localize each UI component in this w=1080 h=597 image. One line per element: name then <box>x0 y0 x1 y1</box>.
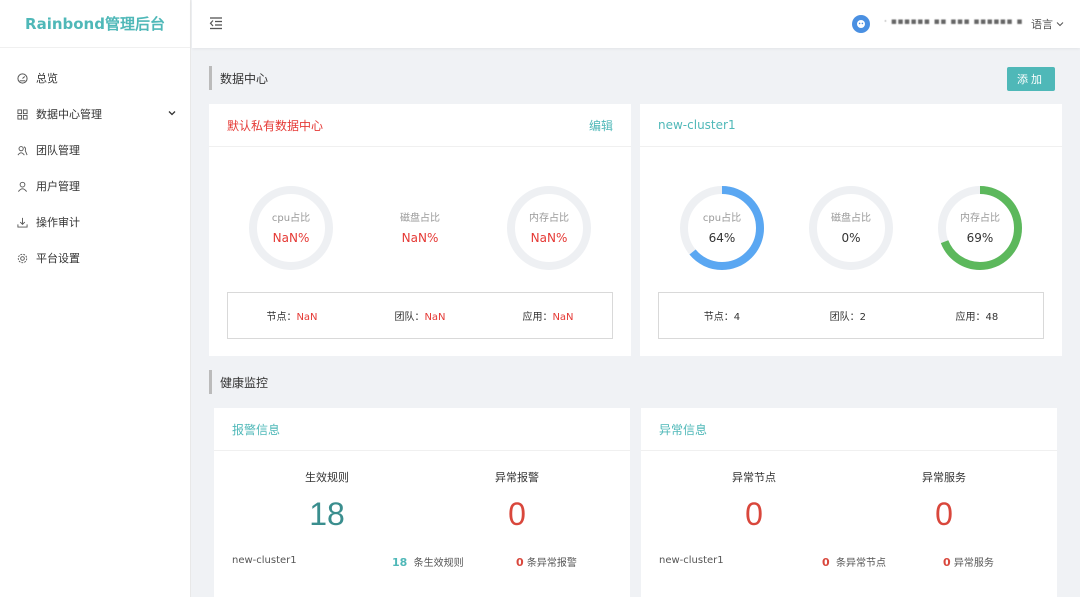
sidebar-item-audit[interactable]: 操作审计 <box>0 204 190 240</box>
gauge-ring <box>680 186 764 270</box>
add-button[interactable]: 添加 <box>1007 67 1055 91</box>
gauge-ring <box>249 186 333 270</box>
card-header: 报警信息 <box>214 408 630 451</box>
gauge-label: 磁盘占比 <box>400 213 440 224</box>
rules-summary: 18 条生效规则 <box>392 556 464 569</box>
stat-nodes: 节点：4 <box>703 312 741 323</box>
cluster-name: 默认私有数据中心 <box>227 118 324 133</box>
cluster-name: new-cluster1 <box>232 555 297 566</box>
nodes-summary: 0 条异常节点 <box>822 556 887 569</box>
active-rules-count: 18 <box>309 496 345 532</box>
alerts-summary: 0 条异常报警 <box>516 556 577 569</box>
abnormal-alerts-label: 异常报警 <box>495 471 539 484</box>
gear-icon <box>16 252 28 264</box>
download-icon <box>16 216 28 228</box>
cluster-stats: 节点：NaN 团队：NaN 应用：NaN <box>227 292 613 339</box>
gauge-value: 0% <box>841 231 861 245</box>
edit-link[interactable]: 编辑 <box>589 117 613 134</box>
stat-teams: 团队：2 <box>829 312 866 323</box>
language-selector[interactable]: 语言 <box>1031 16 1064 32</box>
gauge-ring <box>507 186 591 270</box>
sidebar-item-label: 平台设置 <box>36 252 80 265</box>
sidebar-item-label: 总览 <box>36 72 58 85</box>
grid-icon <box>16 108 28 120</box>
abnormal-nodes-label: 异常节点 <box>732 471 776 484</box>
username[interactable]: · ▪▪▪▪▪▪ ▪▪ ▪▪▪ ▪▪▪▪▪▪ ▪ <box>884 17 1023 27</box>
dashboard-icon <box>16 72 28 84</box>
abnormal-services-count: 0 <box>935 496 953 532</box>
chevron-down-icon <box>1056 22 1064 27</box>
avatar[interactable] <box>852 15 870 33</box>
gauge-label: 内存占比 <box>529 213 569 224</box>
card-header: 默认私有数据中心 编辑 <box>209 104 631 147</box>
card-title: 报警信息 <box>232 422 281 437</box>
sidebar-item-label: 数据中心管理 <box>36 108 102 121</box>
card-title: 异常信息 <box>659 422 708 437</box>
abnormal-alerts-count: 0 <box>508 496 526 532</box>
sidebar-item-datacenter[interactable]: 数据中心管理 <box>0 96 190 132</box>
sidebar-item-settings[interactable]: 平台设置 <box>0 240 190 276</box>
cluster-card-new-cluster1: new-cluster1 cpu占比 64% 磁盘占比 0% 内存占比 69% … <box>640 104 1062 356</box>
section-title-datacenter: 数据中心 <box>209 66 268 90</box>
user-icon <box>16 180 28 192</box>
gauge-memory: 内存占比 69% <box>937 185 1023 271</box>
gauge-value: NaN% <box>401 231 439 245</box>
abnormal-services-label: 异常服务 <box>922 471 966 484</box>
chevron-down-icon[interactable] <box>168 109 176 117</box>
gauge-label: 磁盘占比 <box>831 213 871 224</box>
gauge-ring <box>938 186 1022 270</box>
stat-apps: 应用：NaN <box>522 312 574 323</box>
gauge-cpu: cpu占比 64% <box>679 185 765 271</box>
gauge-ring <box>809 186 893 270</box>
gauge-value: NaN% <box>530 231 568 245</box>
gauge-value: 64% <box>708 231 736 245</box>
app-logo[interactable]: Rainbond管理后台 <box>0 0 190 48</box>
sidebar-item-team[interactable]: 团队管理 <box>0 132 190 168</box>
sidebar-item-label: 操作审计 <box>36 216 80 229</box>
top-header: · ▪▪▪▪▪▪ ▪▪ ▪▪▪ ▪▪▪▪▪▪ ▪ 语言 <box>192 0 1080 48</box>
stat-nodes: 节点：NaN <box>266 312 318 323</box>
sidebar-item-user[interactable]: 用户管理 <box>0 168 190 204</box>
gauge-value: NaN% <box>272 231 310 245</box>
sidebar-item-label: 团队管理 <box>36 144 80 157</box>
anomalies-card: 异常信息 异常节点 0 异常服务 0 new-cluster1 0 条异常节点 … <box>641 408 1057 597</box>
sidebar: Rainbond管理后台 总览 数据中心管理 团队管理 用户管理 操作审计 平台… <box>0 0 191 597</box>
menu-fold-icon[interactable] <box>209 16 223 30</box>
gauge-disk: 磁盘占比 0% <box>808 185 894 271</box>
gauge-cpu: cpu占比 NaN% <box>248 185 334 271</box>
stat-teams: 团队：NaN <box>394 312 446 323</box>
active-rules-label: 生效规则 <box>305 471 349 484</box>
card-header: 异常信息 <box>641 408 1057 451</box>
gauge-disk: 磁盘占比 NaN% <box>377 185 463 271</box>
cluster-stats: 节点：4 团队：2 应用：48 <box>658 292 1044 339</box>
language-label: 语言 <box>1031 18 1053 31</box>
abnormal-nodes-count: 0 <box>745 496 763 532</box>
gauge-memory: 内存占比 NaN% <box>506 185 592 271</box>
section-title-health: 健康监控 <box>209 370 268 394</box>
services-summary: 0 异常服务 <box>943 556 994 569</box>
alerts-card: 报警信息 生效规则 18 异常报警 0 new-cluster1 18 条生效规… <box>214 408 630 597</box>
cluster-card-default: 默认私有数据中心 编辑 cpu占比 NaN% 磁盘占比 NaN% 内存占比 Na… <box>209 104 631 356</box>
card-header: new-cluster1 <box>640 104 1062 147</box>
sidebar-menu: 总览 数据中心管理 团队管理 用户管理 操作审计 平台设置 <box>0 48 190 276</box>
cluster-name[interactable]: new-cluster1 <box>658 118 736 132</box>
gauge-label: cpu占比 <box>271 213 311 224</box>
team-icon <box>16 144 28 156</box>
sidebar-item-label: 用户管理 <box>36 180 80 193</box>
stat-apps: 应用：48 <box>955 312 999 323</box>
gauge-label: 内存占比 <box>960 213 1000 224</box>
sidebar-item-overview[interactable]: 总览 <box>0 60 190 96</box>
cluster-name: new-cluster1 <box>659 555 724 566</box>
gauge-label: cpu占比 <box>702 213 742 224</box>
gauge-value: 69% <box>966 231 994 245</box>
